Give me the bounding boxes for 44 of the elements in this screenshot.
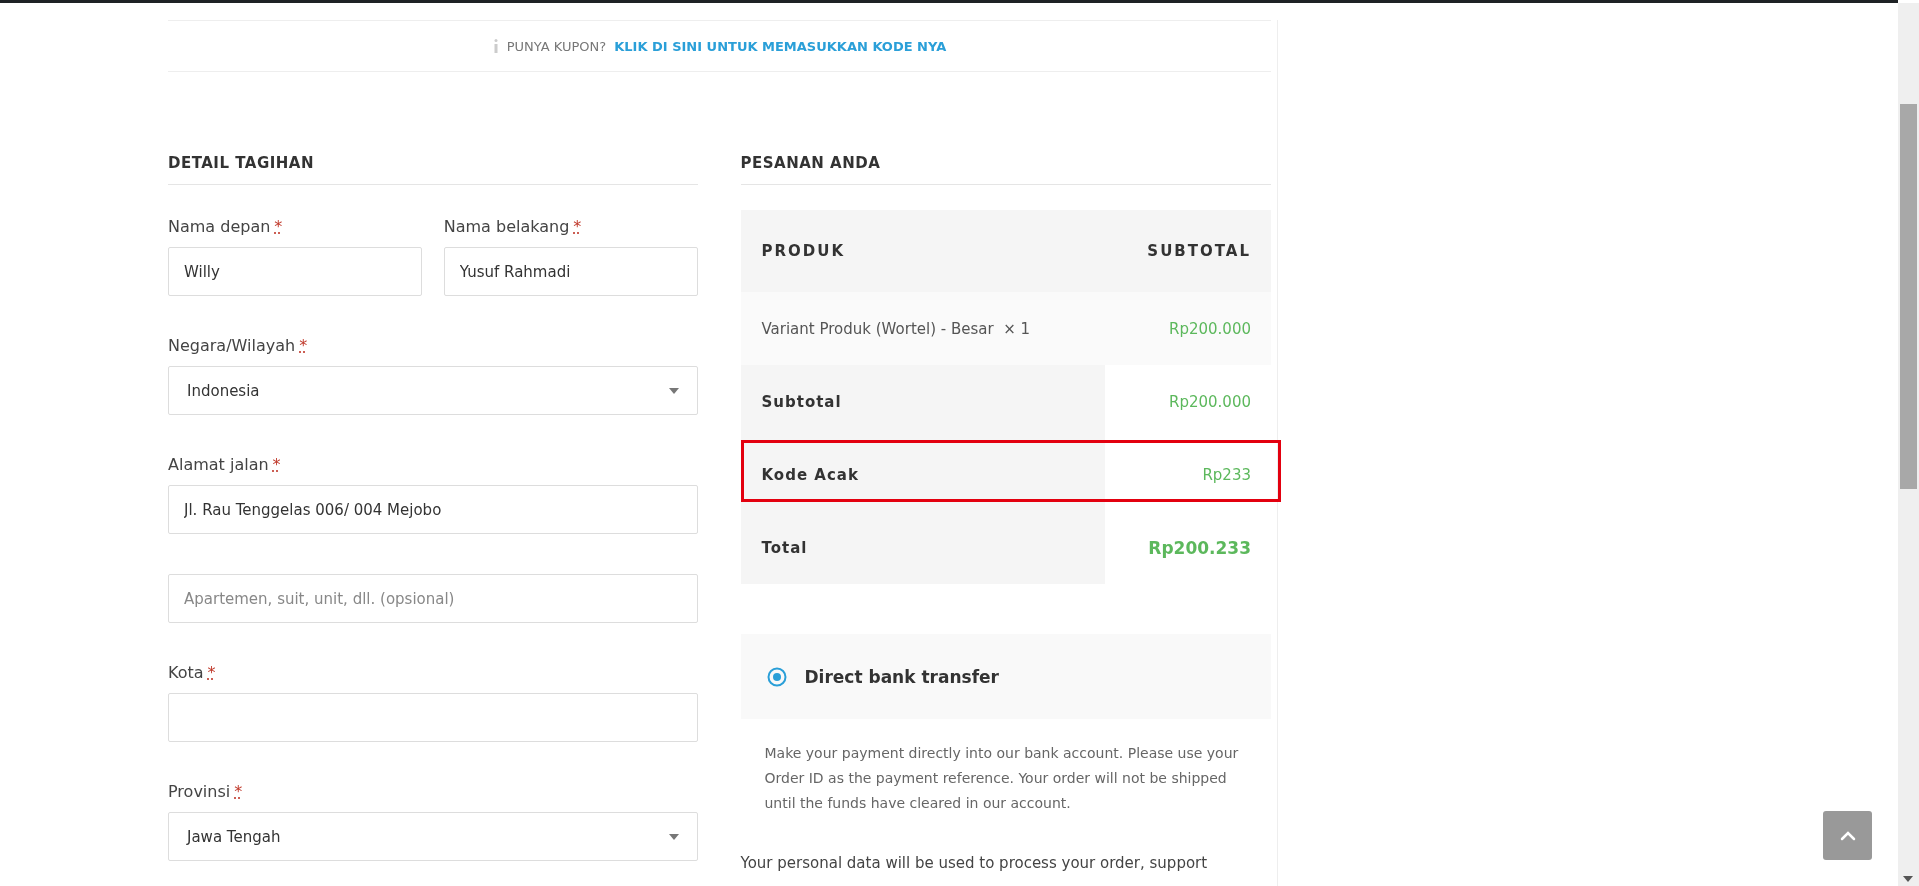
total-label: Total bbox=[740, 511, 1105, 584]
required-mark: * bbox=[274, 217, 283, 236]
payment-description: Make your payment directly into our bank account. Please use your Order ID as the payment reference. Your order will not be shipped until the funds have cleared in our account. bbox=[763, 744, 1240, 813]
scroll-down-icon[interactable] bbox=[1903, 876, 1913, 882]
column-header: PRODUK bbox=[761, 242, 846, 260]
section-title: PESANAN ANDA bbox=[740, 154, 1271, 185]
total-value: Rp200.233 bbox=[1148, 537, 1251, 558]
back-to-top-button[interactable] bbox=[1823, 811, 1872, 860]
caret-icon bbox=[668, 833, 679, 840]
field-label: Negara/Wilayah * bbox=[168, 336, 309, 355]
required-mark: * bbox=[272, 455, 281, 474]
total-label: Subtotal bbox=[740, 365, 1105, 438]
caret-icon bbox=[668, 387, 679, 394]
input-field[interactable]: Apartemen, suit, unit, dll. (opsional) bbox=[168, 574, 698, 623]
total-label: Kode Acak bbox=[740, 438, 1105, 511]
select-field[interactable]: Jawa Tengah bbox=[168, 812, 698, 861]
select-field[interactable]: Indonesia bbox=[168, 366, 698, 415]
field-label: Nama depan * bbox=[168, 217, 284, 236]
input-field[interactable] bbox=[168, 693, 698, 742]
scrollbar[interactable] bbox=[1898, 3, 1919, 886]
total-value: Rp200.000 bbox=[1169, 392, 1251, 411]
field-label: Kota * bbox=[168, 663, 217, 682]
required-mark: * bbox=[573, 217, 582, 236]
required-mark: * bbox=[234, 782, 243, 801]
field-label: Nama belakang * bbox=[443, 217, 583, 236]
required-mark: * bbox=[207, 663, 216, 682]
info-icon bbox=[492, 39, 499, 53]
field-label: Alamat jalan * bbox=[168, 455, 282, 474]
product-name: Variant Produk (Wortel) - Besar × 1 bbox=[761, 319, 1031, 338]
input-field[interactable]: Willy bbox=[168, 247, 422, 296]
field-label: Provinsi * bbox=[168, 782, 244, 801]
input-field[interactable]: Jl. Rau Tenggelas 006/ 004 Mejobo bbox=[168, 485, 698, 534]
payment-option[interactable]: Direct bank transfer bbox=[740, 634, 1271, 719]
section-title: DETAIL TAGIHAN bbox=[168, 154, 698, 185]
privacy-text: Your personal data will be used to process your order, support bbox=[740, 854, 1209, 872]
scrollbar-thumb[interactable] bbox=[1900, 104, 1917, 489]
total-value: Rp233 bbox=[1202, 465, 1251, 484]
chevron-up-icon bbox=[1839, 830, 1856, 841]
required-mark: * bbox=[299, 336, 308, 355]
product-subtotal: Rp200.000 bbox=[1169, 319, 1251, 338]
coupon-text: PUNYA KUPON? bbox=[506, 38, 607, 54]
radio-button[interactable] bbox=[766, 666, 787, 687]
column-header: SUBTOTAL bbox=[1147, 242, 1251, 260]
input-field[interactable]: Yusuf Rahmadi bbox=[443, 247, 698, 296]
